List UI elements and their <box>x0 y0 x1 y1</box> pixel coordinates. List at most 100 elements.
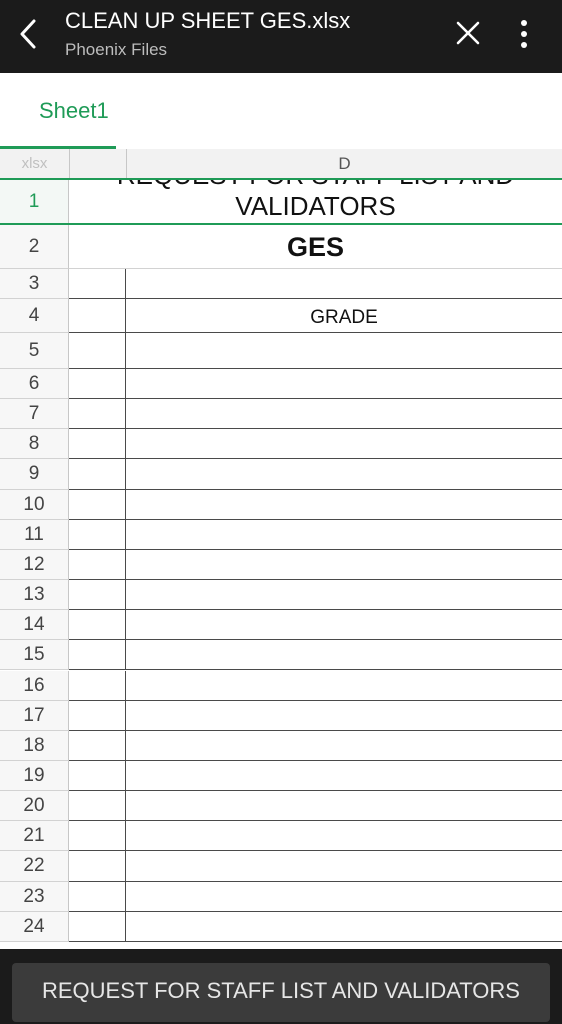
close-icon[interactable] <box>453 18 483 48</box>
tab-label: Sheet1 <box>39 98 109 123</box>
cell-c[interactable] <box>69 640 126 670</box>
row-header[interactable]: 23 <box>0 881 69 912</box>
cell-text-main: VALIDATORS <box>235 191 396 221</box>
merged-title-cell[interactable]: GES <box>69 225 562 269</box>
cell-c[interactable] <box>69 881 126 911</box>
row-header[interactable]: 17 <box>0 700 69 731</box>
cell-d[interactable] <box>126 610 562 639</box>
table-row <box>69 580 562 611</box>
cell-text: REQUEST FOR STAFF LIST ANDVALIDATORS <box>69 178 562 224</box>
cell-d[interactable] <box>126 429 562 458</box>
cell-c[interactable] <box>69 851 126 881</box>
cell-d[interactable] <box>126 701 562 730</box>
table-row <box>69 700 562 731</box>
table-row <box>69 791 562 822</box>
column-header-row: xlsx D <box>0 149 562 179</box>
cell-c[interactable] <box>69 911 126 941</box>
more-vert-icon[interactable] <box>510 17 538 51</box>
cell-c[interactable] <box>69 700 126 730</box>
cell-c[interactable] <box>69 459 126 489</box>
cell-d[interactable] <box>126 520 562 549</box>
app-bar: CLEAN UP SHEET GES.xlsx Phoenix Files <box>0 0 562 73</box>
cell-c[interactable] <box>69 610 126 640</box>
cell-d[interactable] <box>126 731 562 760</box>
cell-c[interactable] <box>69 429 126 459</box>
cell-c[interactable] <box>69 580 126 610</box>
spreadsheet-grid[interactable]: xlsx D 1REQUEST FOR STAFF LIST ANDVALIDA… <box>0 149 562 949</box>
row-header[interactable]: 16 <box>0 670 69 701</box>
table-row <box>69 821 562 852</box>
cell-d[interactable] <box>126 399 562 428</box>
row-header[interactable]: 14 <box>0 610 69 641</box>
row-header[interactable]: 20 <box>0 791 69 822</box>
cell-d[interactable] <box>126 580 562 609</box>
row-header[interactable]: 15 <box>0 640 69 671</box>
table-row <box>69 459 562 490</box>
back-arrow-icon[interactable] <box>14 17 44 51</box>
cell-d[interactable] <box>126 761 562 790</box>
row-header[interactable]: 10 <box>0 489 69 520</box>
row-header[interactable]: 4 <box>0 299 69 333</box>
row-header[interactable]: 12 <box>0 549 69 581</box>
table-row <box>69 333 562 369</box>
cell-d[interactable] <box>126 369 562 398</box>
table-row <box>69 881 562 912</box>
cell-c[interactable] <box>69 299 126 332</box>
cell-c[interactable] <box>69 791 126 821</box>
cell-c[interactable] <box>69 519 126 549</box>
cell-content-text: REQUEST FOR STAFF LIST AND VALIDATORS <box>42 978 520 1003</box>
row-header[interactable]: 1 <box>0 178 69 225</box>
cell-c[interactable] <box>69 670 126 700</box>
tab-sheet1[interactable]: Sheet1 <box>0 73 116 149</box>
row-header[interactable]: 21 <box>0 821 69 852</box>
cell-d[interactable] <box>126 791 562 820</box>
cell-c[interactable] <box>69 760 126 791</box>
cell-c[interactable] <box>69 333 126 368</box>
column-header-c[interactable] <box>70 149 127 178</box>
merged-title-cell[interactable]: REQUEST FOR STAFF LIST ANDVALIDATORS <box>69 178 562 225</box>
corner-cell[interactable]: xlsx <box>0 149 70 178</box>
cell-c[interactable] <box>69 269 126 298</box>
cell-d[interactable]: GRADE <box>126 299 562 332</box>
row-header[interactable]: 19 <box>0 760 69 792</box>
cell-d[interactable] <box>126 671 562 700</box>
cell-c[interactable] <box>69 369 126 399</box>
file-source: Phoenix Files <box>65 40 168 59</box>
cell-d[interactable] <box>126 882 562 911</box>
cell-d[interactable] <box>126 490 562 519</box>
row-header[interactable]: 11 <box>0 519 69 550</box>
cell-c[interactable] <box>69 549 126 580</box>
row-header[interactable]: 24 <box>0 911 69 942</box>
cell-content-field[interactable]: REQUEST FOR STAFF LIST AND VALIDATORS <box>12 963 550 1022</box>
row-header[interactable]: 3 <box>0 269 69 299</box>
file-title: CLEAN UP SHEET GES.xlsx <box>65 8 351 33</box>
row-header[interactable]: 22 <box>0 851 69 882</box>
cell-text-overflow: REQUEST FOR STAFF LIST AND <box>69 178 562 191</box>
cell-d[interactable] <box>126 269 562 298</box>
row-header[interactable]: 8 <box>0 429 69 460</box>
row-header[interactable]: 9 <box>0 459 69 490</box>
row-header[interactable]: 6 <box>0 369 69 400</box>
cell-d[interactable] <box>126 851 562 880</box>
cell-c[interactable] <box>69 730 126 760</box>
row-header[interactable]: 18 <box>0 730 69 761</box>
cell-d[interactable] <box>126 821 562 850</box>
cell-c[interactable] <box>69 399 126 429</box>
table-row <box>69 519 562 550</box>
sheet-tabs: Sheet1 <box>0 73 562 150</box>
row-header[interactable]: 2 <box>0 225 69 269</box>
cell-d[interactable] <box>126 459 562 488</box>
row-header[interactable]: 5 <box>0 333 69 369</box>
column-header-d[interactable]: D <box>127 149 562 178</box>
cell-c[interactable] <box>69 489 126 519</box>
cell-c[interactable] <box>69 821 126 851</box>
cell-d[interactable] <box>126 550 562 579</box>
row-header[interactable]: 13 <box>0 580 69 611</box>
table-row <box>69 269 562 299</box>
table-row <box>69 399 562 430</box>
bottom-bar: REQUEST FOR STAFF LIST AND VALIDATORS <box>0 949 562 1024</box>
row-header[interactable]: 7 <box>0 399 69 430</box>
cell-d[interactable] <box>126 640 562 669</box>
cell-d[interactable] <box>126 912 562 941</box>
cell-d[interactable] <box>126 333 562 368</box>
